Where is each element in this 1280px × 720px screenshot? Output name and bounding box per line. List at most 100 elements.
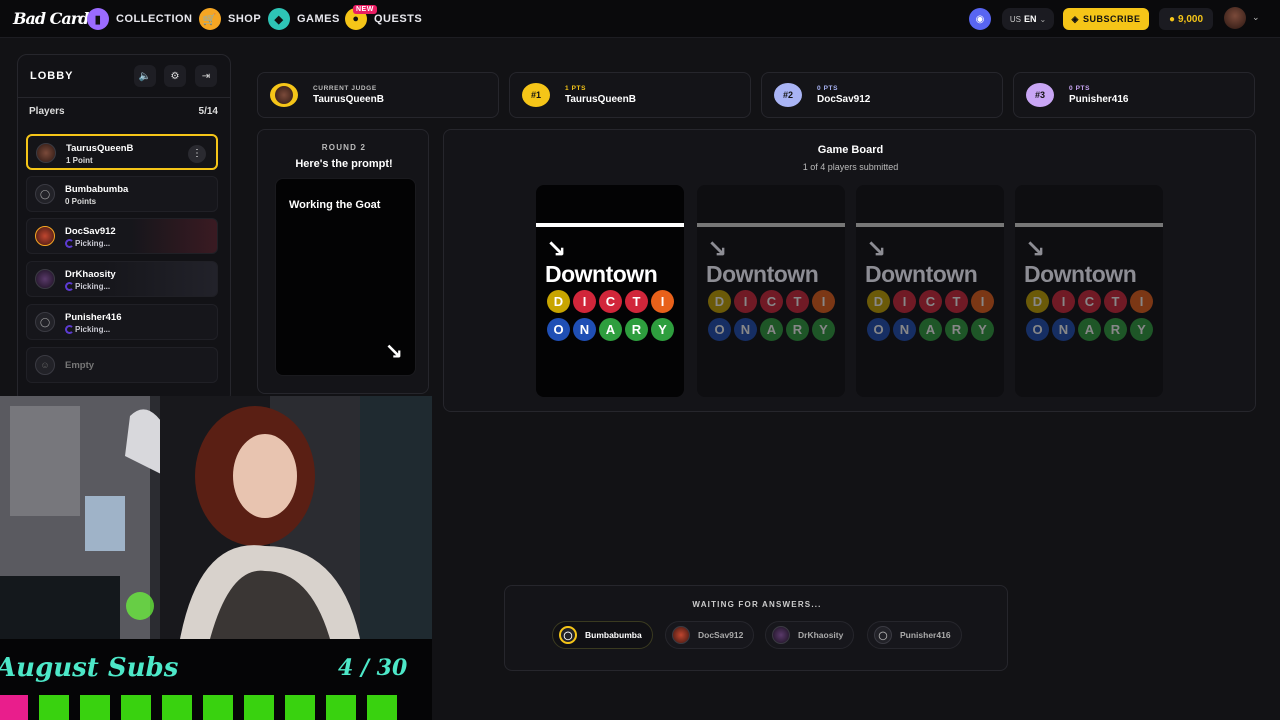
brand-logo[interactable]: Bad Cards — [13, 9, 97, 28]
subscribe-button[interactable]: ◈ SUBSCRIBE — [1063, 8, 1149, 30]
nav-quests[interactable]: ● NEW QUESTS — [345, 5, 422, 31]
letter-circle: N — [1052, 318, 1075, 341]
player-status: Picking... — [75, 239, 111, 248]
arrow-down-right-icon: ↘ — [866, 235, 887, 263]
exit-icon[interactable]: ⇥ — [195, 65, 217, 87]
letter-row: DICTI — [1026, 290, 1153, 313]
language-selector[interactable]: US EN ⌄ — [1002, 8, 1054, 30]
subscribe-label: SUBSCRIBE — [1082, 14, 1141, 24]
letter-row: DICTI — [547, 290, 674, 313]
more-options-icon[interactable]: ⋮ — [188, 145, 206, 163]
loading-spinner-icon — [65, 239, 74, 248]
nav-shop[interactable]: 🛒 SHOP — [199, 7, 261, 31]
nav-games[interactable]: ◆ GAMES — [268, 7, 340, 31]
card-stripe — [697, 223, 845, 227]
letter-row: DICTI — [867, 290, 994, 313]
letter-circle: C — [599, 290, 622, 313]
answer-card[interactable]: ↘ Downtown D I C T I O N A R Y — [536, 185, 684, 397]
coin-balance[interactable]: ● 9,000 — [1159, 8, 1213, 30]
player-status: 0 Points — [65, 197, 97, 206]
letter-circle: D — [547, 290, 570, 313]
player-name: Bumbabumba — [65, 184, 129, 195]
sound-icon[interactable]: 🔈 — [134, 65, 156, 87]
letter-circle: R — [625, 318, 648, 341]
card-stripe — [1015, 223, 1163, 227]
sub-goal-title: August Subs — [0, 653, 179, 683]
prompt-heading: Here's the prompt! — [295, 158, 393, 170]
letter-row: ONARY — [1026, 318, 1153, 341]
judge-avatar — [270, 83, 298, 107]
user-avatar[interactable] — [1224, 7, 1246, 29]
player-name: DocSav912 — [65, 226, 116, 237]
loading-spinner-icon — [65, 325, 74, 334]
answer-card[interactable]: ↘ Downtown D I C T I O N A R Y — [856, 185, 1004, 397]
letter-circle: T — [786, 290, 809, 313]
letter-circle: A — [760, 318, 783, 341]
waiting-label: WAITING FOR ANSWERS... — [692, 600, 822, 609]
letter-row: DICTI — [708, 290, 835, 313]
avatar — [275, 86, 293, 104]
player-status: Picking... — [75, 325, 111, 334]
avatar — [35, 226, 55, 246]
user-icon: ◯ — [35, 312, 55, 332]
waiting-panel: WAITING FOR ANSWERS... ◯ Bumbabumba DocS… — [504, 585, 1008, 671]
user-icon: ◯ — [559, 626, 577, 644]
avatar — [672, 626, 690, 644]
rank-card-2: #2 0 PTS DocSav912 — [761, 72, 1003, 118]
letter-circle: Y — [812, 318, 835, 341]
letter-circle: R — [1104, 318, 1127, 341]
prompt-panel: ROUND 2 Here's the prompt! Working the G… — [257, 129, 429, 394]
goal-bar-segment — [285, 695, 315, 720]
player-status: Picking... — [75, 282, 111, 291]
letter-circle: I — [1130, 290, 1153, 313]
judge-label: CURRENT JUDGE — [313, 85, 377, 92]
sub-goal-overlay: August Subs 4 / 30 — [0, 639, 432, 720]
waiting-player: ◯ Punisher416 — [867, 621, 962, 649]
player-row[interactable]: ◯ Bumbabumba 0 Points — [26, 176, 218, 212]
user-icon: ◯ — [35, 184, 55, 204]
round-label: ROUND 2 — [321, 143, 367, 152]
avatar — [36, 143, 56, 163]
coin-amount: 9,000 — [1178, 13, 1204, 25]
letter-circle: T — [945, 290, 968, 313]
players-label: Players — [29, 106, 65, 117]
letter-circle: I — [573, 290, 596, 313]
chevron-down-icon[interactable]: ⌄ — [1252, 12, 1260, 23]
letter-circle: T — [1104, 290, 1127, 313]
letter-circle: I — [893, 290, 916, 313]
letter-circle: T — [625, 290, 648, 313]
letter-circle: O — [1026, 318, 1049, 341]
card-icon: ▮ — [87, 8, 109, 30]
waiting-player-name: DocSav912 — [698, 630, 744, 640]
letter-circle: I — [971, 290, 994, 313]
letter-circle: I — [734, 290, 757, 313]
letter-row: ONARY — [547, 318, 674, 341]
empty-seat-icon: ☺ — [35, 355, 55, 375]
gear-icon[interactable]: ⚙ — [164, 65, 186, 87]
rank-name: DocSav912 — [817, 94, 871, 105]
coin-icon: ● — [1168, 13, 1175, 25]
letter-circle: N — [573, 318, 596, 341]
letter-circle: O — [708, 318, 731, 341]
waiting-player: DocSav912 — [665, 621, 755, 649]
card-word: Downtown — [1024, 261, 1137, 287]
answer-card[interactable]: ↘ Downtown D I C T I O N A R Y — [1015, 185, 1163, 397]
current-judge-card: CURRENT JUDGE TaurusQueenB — [257, 72, 499, 118]
lobby-title: LOBBY — [30, 70, 74, 82]
player-row[interactable]: DocSav912 Picking... — [26, 218, 218, 254]
answer-card[interactable]: ↘ Downtown D I C T I O N A R Y — [697, 185, 845, 397]
letter-circle: I — [812, 290, 835, 313]
player-row[interactable]: ◯ Punisher416 Picking... — [26, 304, 218, 340]
player-row[interactable]: TaurusQueenB 1 Point ⋮ — [26, 134, 218, 170]
discord-icon[interactable]: ◉ — [969, 8, 991, 30]
letter-row: ONARY — [708, 318, 835, 341]
arrow-down-right-icon: ↘ — [546, 235, 567, 263]
nav-collection[interactable]: ▮ COLLECTION — [87, 7, 193, 31]
waiting-player-name: Bumbabumba — [585, 630, 642, 640]
letter-circle: I — [1052, 290, 1075, 313]
letter-circle: A — [919, 318, 942, 341]
letter-circle: N — [893, 318, 916, 341]
player-row[interactable]: DrKhaosity Picking... — [26, 261, 218, 297]
players-count: 5/14 — [198, 106, 218, 117]
judge-name: TaurusQueenB — [313, 94, 384, 105]
